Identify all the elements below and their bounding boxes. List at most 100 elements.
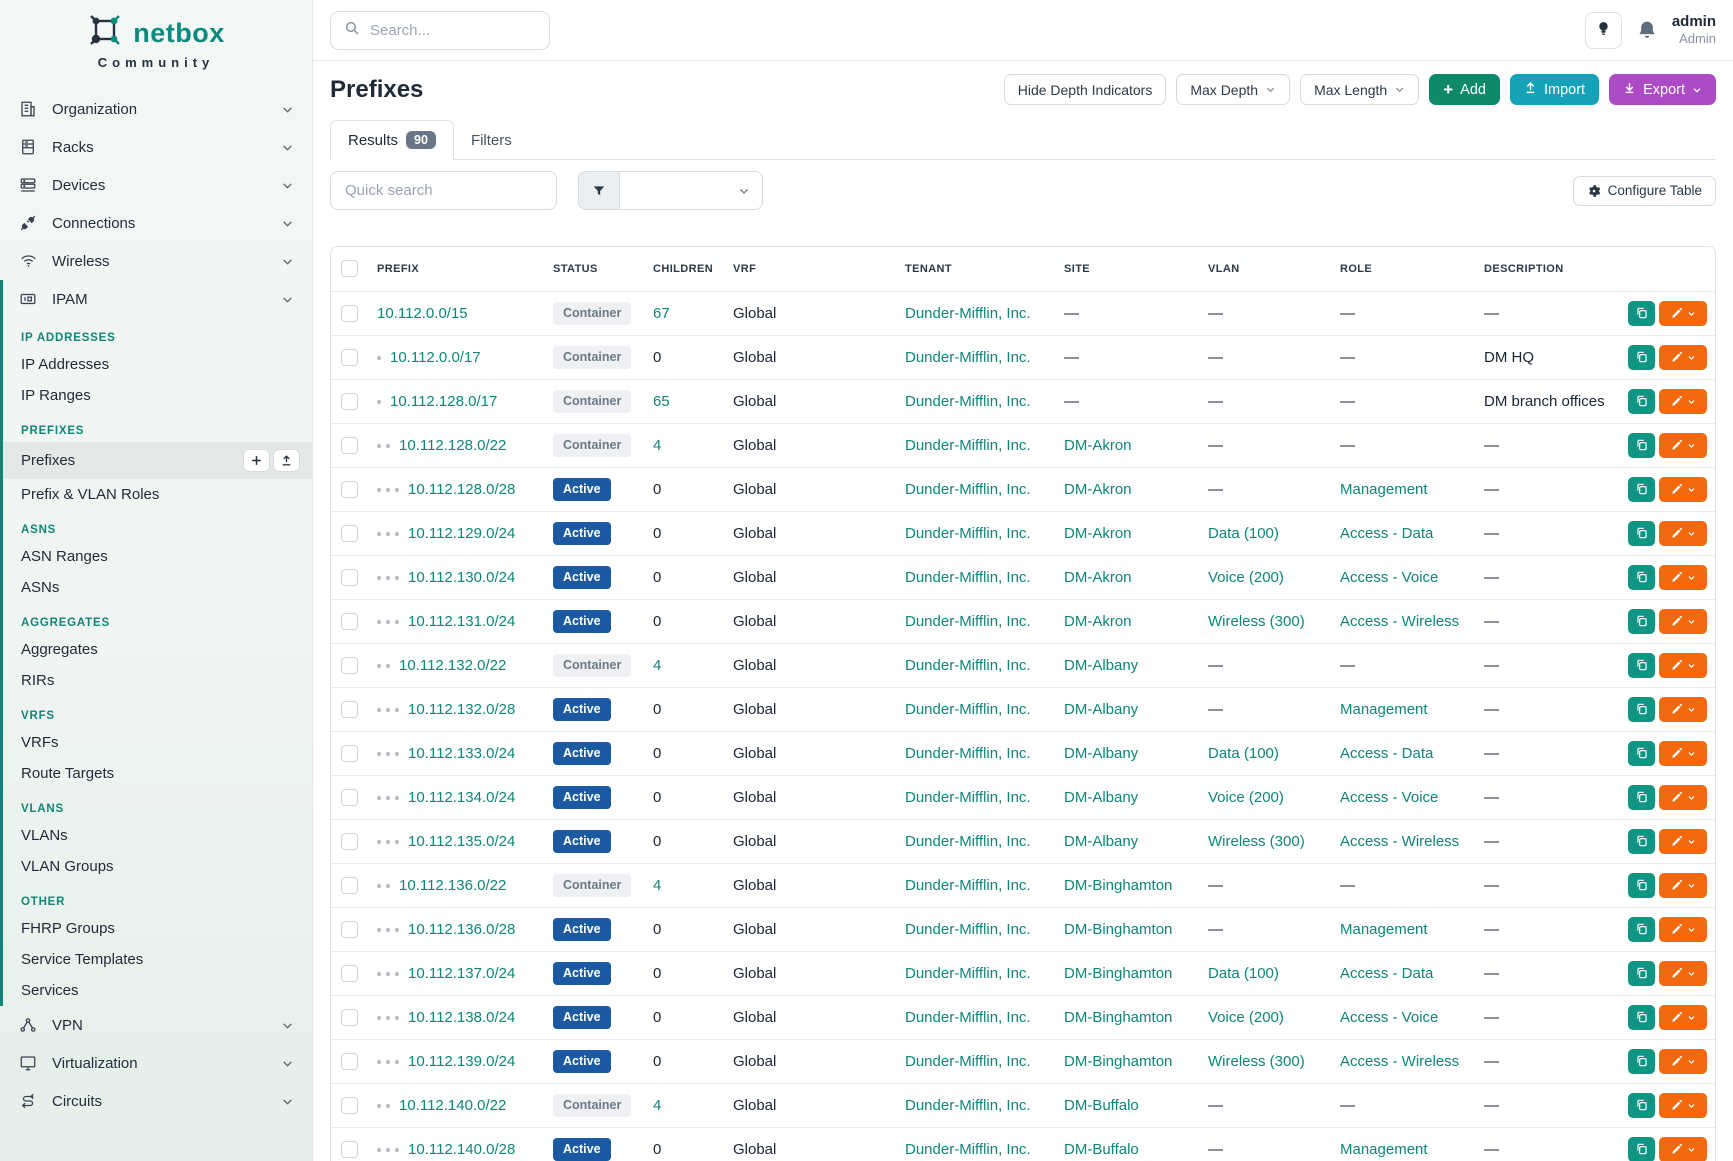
row-select-checkbox[interactable] (341, 965, 358, 982)
tab-results[interactable]: Results 90 (330, 120, 454, 160)
sidebar-item-devices[interactable]: Devices (0, 166, 312, 204)
tenant-link[interactable]: Dunder-Mifflin, Inc. (905, 701, 1031, 718)
edit-button[interactable] (1659, 1093, 1707, 1118)
tenant-link[interactable]: Dunder-Mifflin, Inc. (905, 877, 1031, 894)
row-select-checkbox[interactable] (341, 921, 358, 938)
row-select-checkbox[interactable] (341, 877, 358, 894)
select-all-checkbox[interactable] (341, 260, 358, 277)
max-length-dropdown[interactable]: Max Length (1300, 74, 1419, 105)
col-header-status[interactable]: STATUS (543, 247, 643, 291)
prefix-link[interactable]: 10.112.140.0/22 (399, 1097, 506, 1114)
row-select-checkbox[interactable] (341, 481, 358, 498)
sidebar-item-ip-addresses[interactable]: IP Addresses (3, 349, 312, 380)
tenant-link[interactable]: Dunder-Mifflin, Inc. (905, 921, 1031, 938)
notifications-button[interactable] (1637, 20, 1657, 40)
prefix-link[interactable]: 10.112.128.0/17 (390, 393, 497, 410)
children-count-link[interactable]: 4 (653, 1097, 661, 1114)
export-button[interactable]: Export (1609, 74, 1716, 105)
edit-button[interactable] (1659, 1137, 1707, 1161)
row-select-checkbox[interactable] (341, 1009, 358, 1026)
copy-button[interactable] (1628, 1137, 1655, 1161)
sidebar-item-prefix-vlan-roles[interactable]: Prefix & VLAN Roles (3, 479, 312, 510)
children-count-link[interactable]: 4 (653, 877, 661, 894)
tenant-link[interactable]: Dunder-Mifflin, Inc. (905, 1141, 1031, 1158)
tab-filters[interactable]: Filters (454, 122, 529, 159)
role-link[interactable]: Access - Voice (1340, 569, 1438, 586)
prefix-link[interactable]: 10.112.136.0/22 (399, 877, 506, 894)
sidebar-item-vpn[interactable]: VPN (0, 1006, 312, 1044)
edit-button[interactable] (1659, 873, 1707, 898)
copy-button[interactable] (1628, 961, 1655, 986)
prefix-link[interactable]: 10.112.132.0/22 (399, 657, 506, 674)
row-select-checkbox[interactable] (341, 305, 358, 322)
sidebar-item-service-templates[interactable]: Service Templates (3, 944, 312, 975)
copy-button[interactable] (1628, 301, 1655, 326)
col-header-site[interactable]: SITE (1054, 247, 1198, 291)
col-header-vrf[interactable]: VRF (723, 247, 895, 291)
edit-button[interactable] (1659, 961, 1707, 986)
site-link[interactable]: DM-Albany (1064, 745, 1138, 762)
site-link[interactable]: DM-Binghamton (1064, 877, 1172, 894)
sidebar-item-circuits[interactable]: Circuits (0, 1082, 312, 1120)
role-link[interactable]: Access - Data (1340, 965, 1433, 982)
col-header-children[interactable]: CHILDREN (643, 247, 723, 291)
role-link[interactable]: Management (1340, 921, 1428, 938)
role-link[interactable]: Access - Data (1340, 525, 1433, 542)
copy-button[interactable] (1628, 653, 1655, 678)
copy-button[interactable] (1628, 433, 1655, 458)
copy-button[interactable] (1628, 1049, 1655, 1074)
site-link[interactable]: DM-Akron (1064, 481, 1132, 498)
site-link[interactable]: DM-Binghamton (1064, 1009, 1172, 1026)
sidebar-item-racks[interactable]: Racks (0, 128, 312, 166)
copy-button[interactable] (1628, 389, 1655, 414)
sidebar-item-asns[interactable]: ASNs (3, 572, 312, 603)
sidebar-item-route-targets[interactable]: Route Targets (3, 758, 312, 789)
sidebar-item-vrfs[interactable]: VRFs (3, 727, 312, 758)
children-count-link[interactable]: 67 (653, 305, 670, 322)
sidebar-item-fhrp-groups[interactable]: FHRP Groups (3, 913, 312, 944)
tenant-link[interactable]: Dunder-Mifflin, Inc. (905, 833, 1031, 850)
role-link[interactable]: Management (1340, 481, 1428, 498)
row-select-checkbox[interactable] (341, 657, 358, 674)
vlan-link[interactable]: Wireless (300) (1208, 833, 1305, 850)
row-select-checkbox[interactable] (341, 613, 358, 630)
sidebar-item-prefixes[interactable]: Prefixes (3, 442, 312, 479)
col-header-prefix[interactable]: PREFIX (367, 247, 543, 291)
site-link[interactable]: DM-Buffalo (1064, 1097, 1139, 1114)
tenant-link[interactable]: Dunder-Mifflin, Inc. (905, 745, 1031, 762)
tenant-link[interactable]: Dunder-Mifflin, Inc. (905, 613, 1031, 630)
edit-button[interactable] (1659, 653, 1707, 678)
tenant-link[interactable]: Dunder-Mifflin, Inc. (905, 349, 1031, 366)
copy-button[interactable] (1628, 1005, 1655, 1030)
copy-button[interactable] (1628, 741, 1655, 766)
tenant-link[interactable]: Dunder-Mifflin, Inc. (905, 965, 1031, 982)
site-link[interactable]: DM-Binghamton (1064, 1053, 1172, 1070)
edit-button[interactable] (1659, 345, 1707, 370)
copy-button[interactable] (1628, 521, 1655, 546)
sidebar-item-asn-ranges[interactable]: ASN Ranges (3, 541, 312, 572)
tenant-link[interactable]: Dunder-Mifflin, Inc. (905, 1097, 1031, 1114)
prefix-link[interactable]: 10.112.130.0/24 (408, 569, 515, 586)
row-select-checkbox[interactable] (341, 437, 358, 454)
brand[interactable]: netbox Community (0, 14, 312, 70)
col-header-tenant[interactable]: TENANT (895, 247, 1054, 291)
tenant-link[interactable]: Dunder-Mifflin, Inc. (905, 1053, 1031, 1070)
row-select-checkbox[interactable] (341, 525, 358, 542)
sidebar-item-aggregates[interactable]: Aggregates (3, 634, 312, 665)
copy-button[interactable] (1628, 1093, 1655, 1118)
row-select-checkbox[interactable] (341, 1141, 358, 1158)
row-select-checkbox[interactable] (341, 393, 358, 410)
row-select-checkbox[interactable] (341, 1097, 358, 1114)
quick-import-button[interactable] (273, 449, 300, 472)
site-link[interactable]: DM-Akron (1064, 437, 1132, 454)
row-select-checkbox[interactable] (341, 701, 358, 718)
edit-button[interactable] (1659, 1005, 1707, 1030)
sidebar-item-services[interactable]: Services (3, 975, 312, 1006)
row-select-checkbox[interactable] (341, 349, 358, 366)
vlan-link[interactable]: Voice (200) (1208, 569, 1284, 586)
edit-button[interactable] (1659, 433, 1707, 458)
search-input[interactable] (370, 22, 520, 39)
vlan-link[interactable]: Data (100) (1208, 965, 1279, 982)
prefix-link[interactable]: 10.112.134.0/24 (408, 789, 515, 806)
role-link[interactable]: Access - Wireless (1340, 613, 1459, 630)
